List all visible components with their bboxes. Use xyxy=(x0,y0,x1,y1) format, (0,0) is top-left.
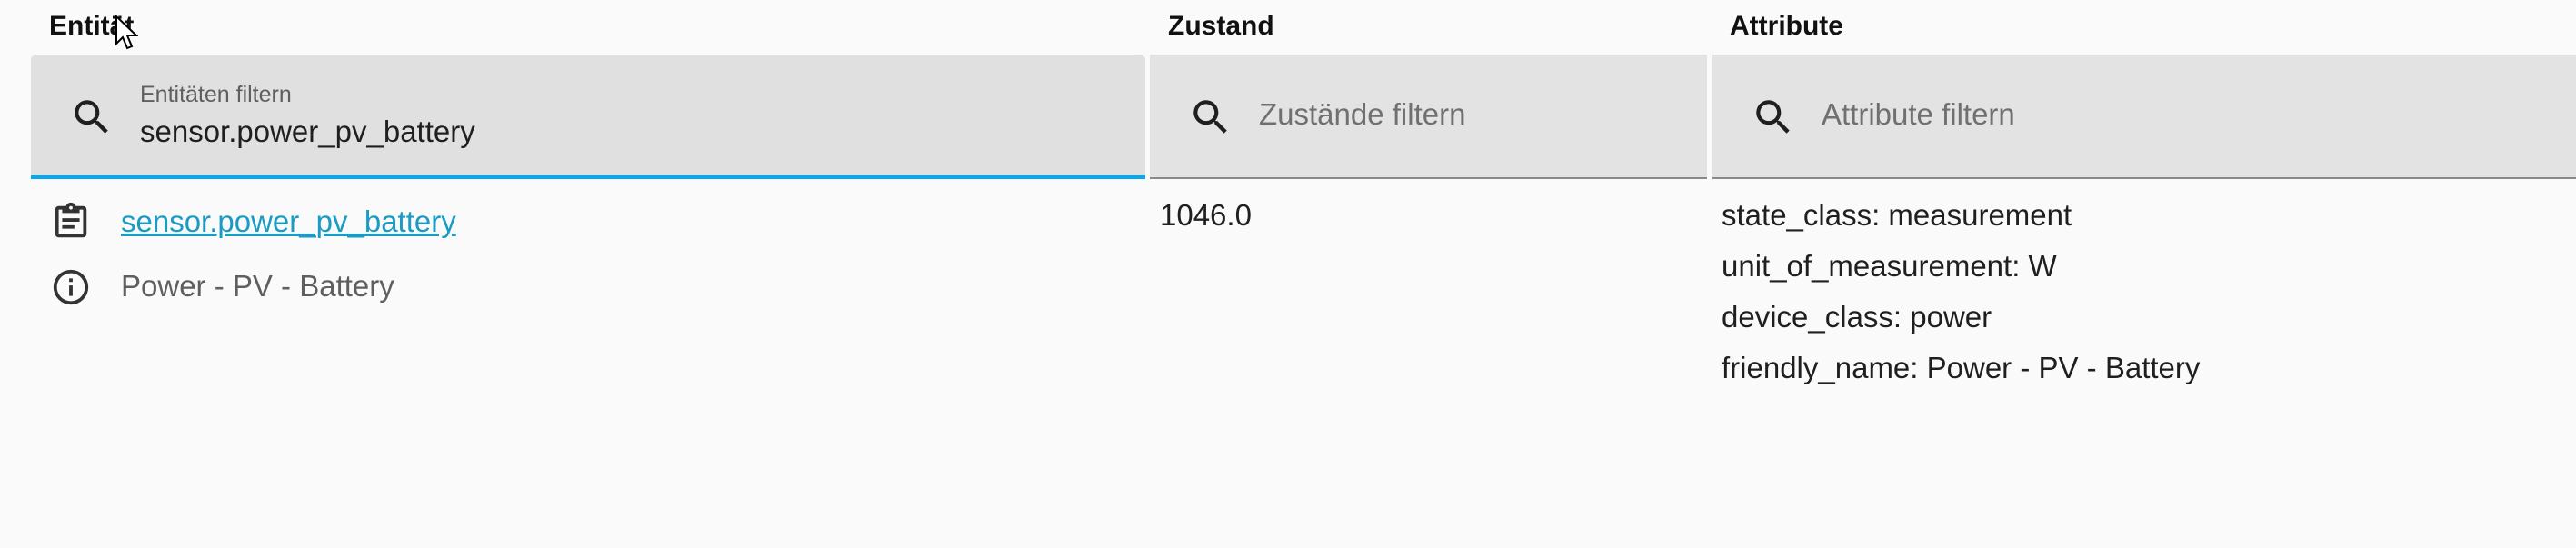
search-icon xyxy=(75,100,108,134)
info-icon[interactable] xyxy=(50,266,92,308)
developer-tools-states-page: Entität Zustand Attribute Entitäten filt… xyxy=(0,0,2576,548)
attribute-line: device_class: power xyxy=(1722,300,1992,334)
search-icon xyxy=(1756,100,1790,134)
state-filter-field[interactable] xyxy=(1150,55,1707,179)
column-header-state[interactable]: Zustand xyxy=(1168,11,1274,42)
attribute-line: unit_of_measurement: W xyxy=(1722,249,2057,283)
state-filter-input[interactable] xyxy=(1259,97,1659,132)
attribute-line: state_class: measurement xyxy=(1722,198,2072,232)
entity-filter-input[interactable] xyxy=(140,115,1049,149)
entity-state-value: 1046.0 xyxy=(1160,198,1252,232)
attributes-filter-field[interactable] xyxy=(1712,55,2576,179)
entity-friendly-name: Power - PV - Battery xyxy=(121,269,394,303)
entity-id-link[interactable]: sensor.power_pv_battery xyxy=(121,204,456,239)
attributes-filter-input[interactable] xyxy=(1822,97,2531,132)
entity-filter-field[interactable]: Entitäten filtern xyxy=(31,55,1145,179)
entity-filter-label: Entitäten filtern xyxy=(140,82,292,107)
mouse-cursor-icon xyxy=(115,15,138,50)
attribute-line: friendly_name: Power - PV - Battery xyxy=(1722,351,2201,384)
clipboard-icon[interactable] xyxy=(50,201,92,243)
column-header-attributes[interactable]: Attribute xyxy=(1730,11,1843,42)
search-icon xyxy=(1193,100,1227,134)
